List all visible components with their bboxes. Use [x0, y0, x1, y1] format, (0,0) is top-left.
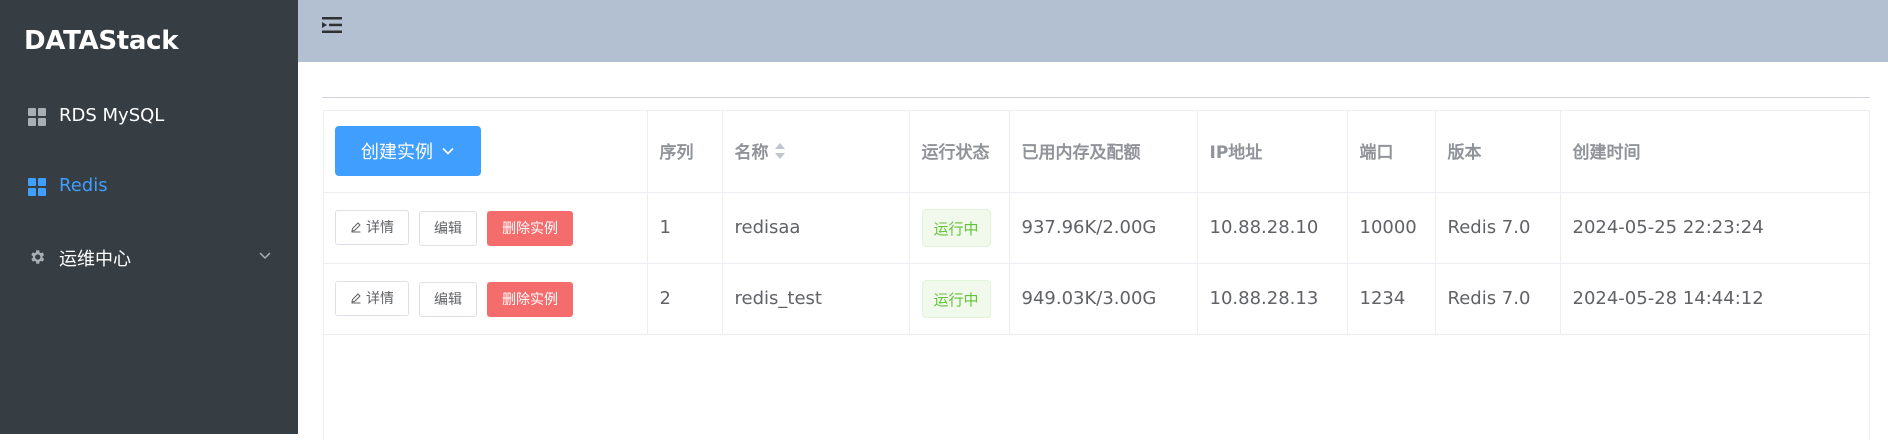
- cell-name: redis_test: [722, 263, 910, 335]
- header-created: 创建时间: [1560, 110, 1870, 193]
- detail-label: 详情: [366, 220, 394, 236]
- cell-ip: 10.88.28.10: [1197, 192, 1348, 264]
- chevron-down-icon: [442, 147, 454, 155]
- sidebar-item-label: Redis: [59, 175, 108, 196]
- delete-instance-button[interactable]: 删除实例: [487, 210, 573, 246]
- detail-label: 详情: [366, 291, 394, 307]
- sidebar-item-label: RDS MySQL: [59, 105, 165, 126]
- sidebar-item-label: 运维中心: [59, 249, 131, 270]
- cell-created: 2024-05-25 22:23:24: [1560, 192, 1870, 264]
- row-actions: 详情 编辑 删除实例: [323, 192, 648, 264]
- status-badge: 运行中: [921, 208, 991, 247]
- detail-button[interactable]: 详情: [335, 280, 409, 316]
- create-instance-label: 创建实例: [361, 141, 433, 163]
- cell-name: redisaa: [722, 192, 910, 264]
- header-port: 端口: [1347, 110, 1436, 193]
- row-actions: 详情 编辑 删除实例: [323, 263, 648, 335]
- header-version: 版本: [1435, 110, 1561, 193]
- edit-icon: [351, 222, 361, 233]
- sort-icon[interactable]: [774, 142, 785, 159]
- cell-version: Redis 7.0: [1435, 263, 1561, 335]
- sidebar-item-rds-mysql[interactable]: RDS MySQL: [0, 86, 298, 148]
- grid-icon: [28, 178, 46, 196]
- delete-instance-button[interactable]: 删除实例: [487, 281, 573, 317]
- main-content: 创建实例 序列 名称 运行状态 已用内存及配额 IP地址 端口 版本 创建时间 …: [298, 62, 1888, 440]
- top-header: [298, 0, 1888, 62]
- sidebar: DATAStack RDS MySQL Redis 运维中心: [0, 0, 298, 434]
- header-actions: 创建实例: [323, 110, 648, 193]
- divider: [322, 97, 1870, 98]
- cell-status: 运行中: [909, 192, 1010, 264]
- table-row: 详情 编辑 删除实例 2 redis_test 运行中 949.03K/3.00…: [323, 263, 1870, 335]
- grid-icon: [28, 108, 46, 126]
- edit-button[interactable]: 编辑: [419, 281, 477, 317]
- detail-button[interactable]: 详情: [335, 209, 409, 245]
- table-header-row: 创建实例 序列 名称 运行状态 已用内存及配额 IP地址 端口 版本 创建时间: [323, 110, 1870, 193]
- header-ip: IP地址: [1197, 110, 1348, 193]
- edit-label: 编辑: [434, 221, 462, 237]
- cell-port: 10000: [1347, 192, 1436, 264]
- chevron-down-icon: [259, 252, 271, 260]
- header-name-label: 名称: [734, 143, 769, 164]
- delete-label: 删除实例: [502, 292, 558, 308]
- table-row: 详情 编辑 删除实例 1 redisaa 运行中 937.96K/2.00G 1…: [323, 192, 1870, 264]
- sidebar-item-ops-center[interactable]: 运维中心: [0, 226, 298, 288]
- delete-label: 删除实例: [502, 221, 558, 237]
- cell-created: 2024-05-28 14:44:12: [1560, 263, 1870, 335]
- create-instance-button[interactable]: 创建实例: [335, 125, 481, 176]
- instance-table: 创建实例 序列 名称 运行状态 已用内存及配额 IP地址 端口 版本 创建时间 …: [323, 110, 1870, 440]
- header-status: 运行状态: [909, 110, 1010, 193]
- status-badge: 运行中: [921, 279, 991, 318]
- cell-memory: 949.03K/3.00G: [1009, 263, 1198, 335]
- sidebar-item-redis[interactable]: Redis: [0, 156, 298, 218]
- menu-fold-icon[interactable]: [322, 16, 342, 34]
- cell-status: 运行中: [909, 263, 1010, 335]
- cell-ip: 10.88.28.13: [1197, 263, 1348, 335]
- edit-label: 编辑: [434, 292, 462, 308]
- cell-index: 2: [647, 263, 723, 335]
- header-name[interactable]: 名称: [722, 110, 910, 193]
- cell-index: 1: [647, 192, 723, 264]
- gear-icon: [31, 250, 45, 264]
- header-index: 序列: [647, 110, 723, 193]
- cell-memory: 937.96K/2.00G: [1009, 192, 1198, 264]
- edit-button[interactable]: 编辑: [419, 210, 477, 246]
- brand-logo: DATAStack: [24, 26, 179, 56]
- cell-version: Redis 7.0: [1435, 192, 1561, 264]
- header-memory: 已用内存及配额: [1009, 110, 1198, 193]
- cell-port: 1234: [1347, 263, 1436, 335]
- edit-icon: [351, 293, 361, 304]
